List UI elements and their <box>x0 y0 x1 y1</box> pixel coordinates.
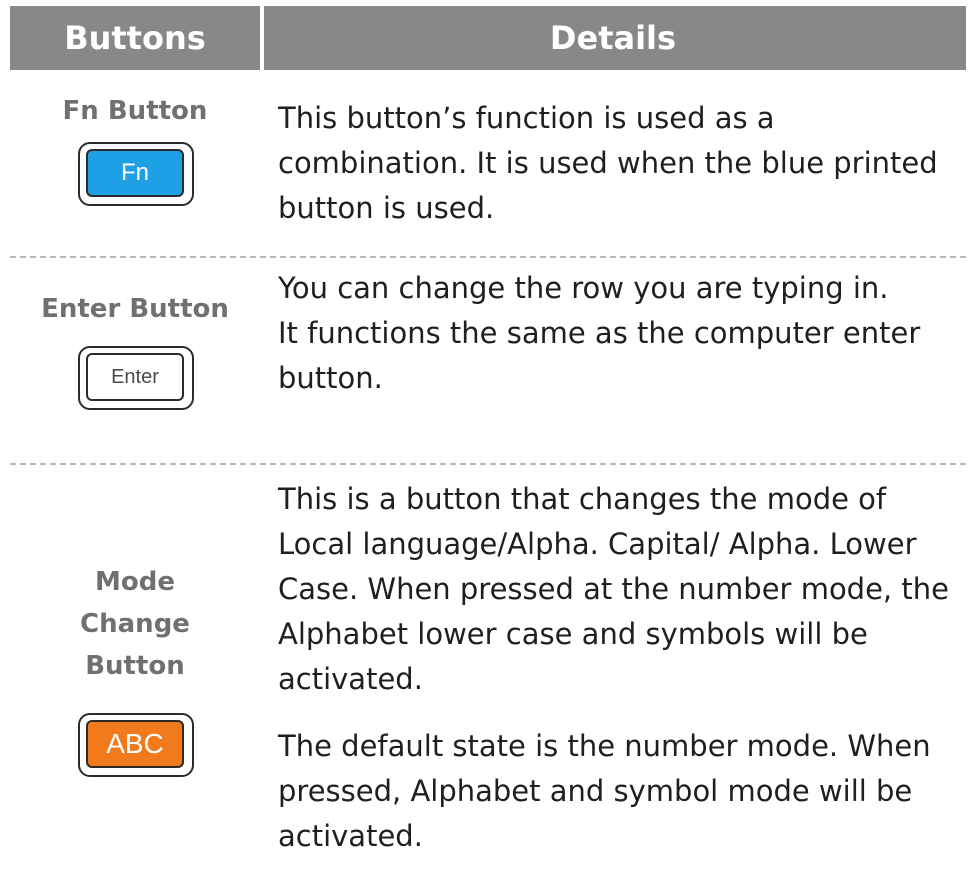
details-paragraph: You can change the row you are typing in… <box>278 271 889 305</box>
row-title-fn: Fn Button <box>62 96 208 126</box>
row-details-mode-change: This is a button that changes the mode o… <box>278 477 968 859</box>
row-title-line: Button <box>85 651 185 681</box>
row-title-enter: Enter Button <box>41 294 229 324</box>
row-title-line: Change <box>80 609 190 639</box>
details-paragraph: It functions the same as the computer en… <box>278 316 921 395</box>
header-buttons: Buttons <box>64 19 206 57</box>
enter-key-label: Enter <box>86 353 184 401</box>
fn-key-icon: Fn <box>78 142 194 206</box>
row-details-enter: You can change the row you are typing in… <box>278 266 968 401</box>
header-separator <box>260 6 264 70</box>
table-row-fn: Fn Button Fn This button’s function is u… <box>10 70 966 250</box>
enter-key-icon: Enter <box>78 346 194 410</box>
details-paragraph: This button’s function is used as a comb… <box>278 101 938 225</box>
fn-key-label: Fn <box>86 149 184 197</box>
abc-key-icon: ABC <box>78 713 194 777</box>
row-title-line: Mode <box>95 567 175 597</box>
table-row-mode-change: Mode Change Button ABC This is a button … <box>10 465 966 883</box>
details-paragraph: This is a button that changes the mode o… <box>278 482 949 696</box>
details-paragraph: The default state is the number mode. Wh… <box>278 729 931 853</box>
table-header: Buttons Details <box>10 6 966 70</box>
table-row-enter: Enter Button Enter You can change the ro… <box>10 258 966 458</box>
row-title-mode-change: Mode Change Button <box>10 561 260 687</box>
row-details-fn: This button’s function is used as a comb… <box>278 96 968 231</box>
abc-key-label: ABC <box>86 720 184 768</box>
header-details: Details <box>549 19 677 57</box>
